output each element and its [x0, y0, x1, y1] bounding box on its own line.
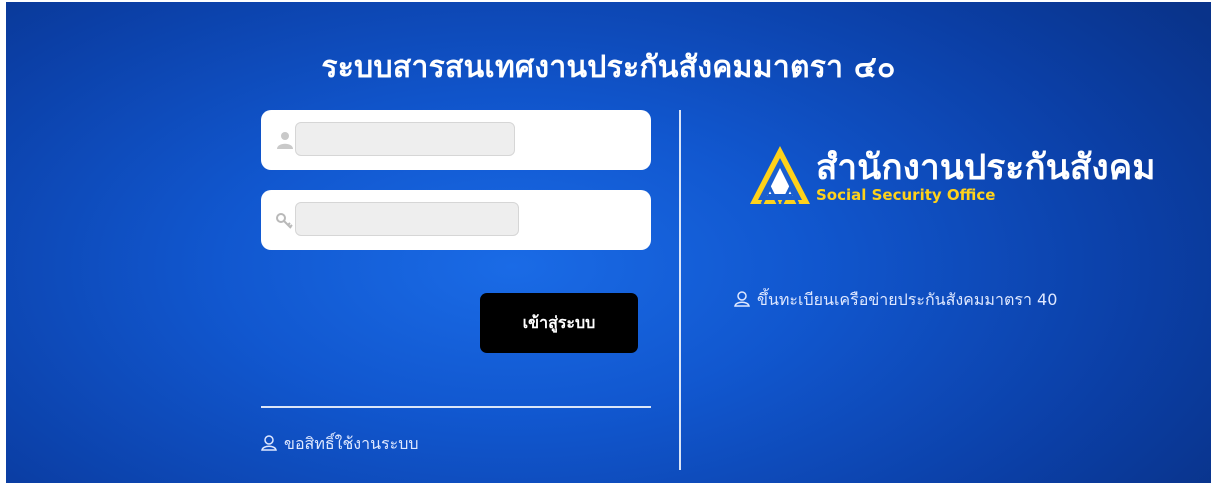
user-outline-icon [733, 290, 751, 312]
register-network-label: ขึ้นทะเบียนเครือข่ายประกันสังคมมาตรา 40 [757, 290, 1058, 309]
username-input[interactable] [295, 122, 515, 156]
request-access-link[interactable]: ขอสิทธิ์ใช้งานระบบ [260, 432, 419, 457]
user-outline-icon [260, 434, 278, 456]
page-title: ระบบสารสนเทศงานประกันสังคมมาตรา ๔๐ [321, 50, 896, 85]
vertical-divider [679, 110, 681, 470]
login-panel: ระบบสารสนเทศงานประกันสังคมมาตรา ๔๐ เข้าส… [6, 2, 1211, 483]
username-field-container [261, 110, 651, 170]
logo-name-english: Social Security Office [816, 186, 996, 204]
sso-emblem-icon [750, 146, 810, 205]
password-field-container [261, 190, 651, 250]
form-divider [261, 406, 651, 408]
user-icon [275, 130, 295, 150]
login-button[interactable]: เข้าสู่ระบบ [480, 293, 638, 353]
register-network-link[interactable]: ขึ้นทะเบียนเครือข่ายประกันสังคมมาตรา 40 [733, 288, 1057, 313]
sso-logo: สำนักงานประกันสังคม Social Security Offi… [748, 140, 1155, 212]
request-access-label: ขอสิทธิ์ใช้งานระบบ [284, 434, 419, 453]
key-icon [275, 210, 295, 230]
password-input[interactable] [295, 202, 519, 236]
